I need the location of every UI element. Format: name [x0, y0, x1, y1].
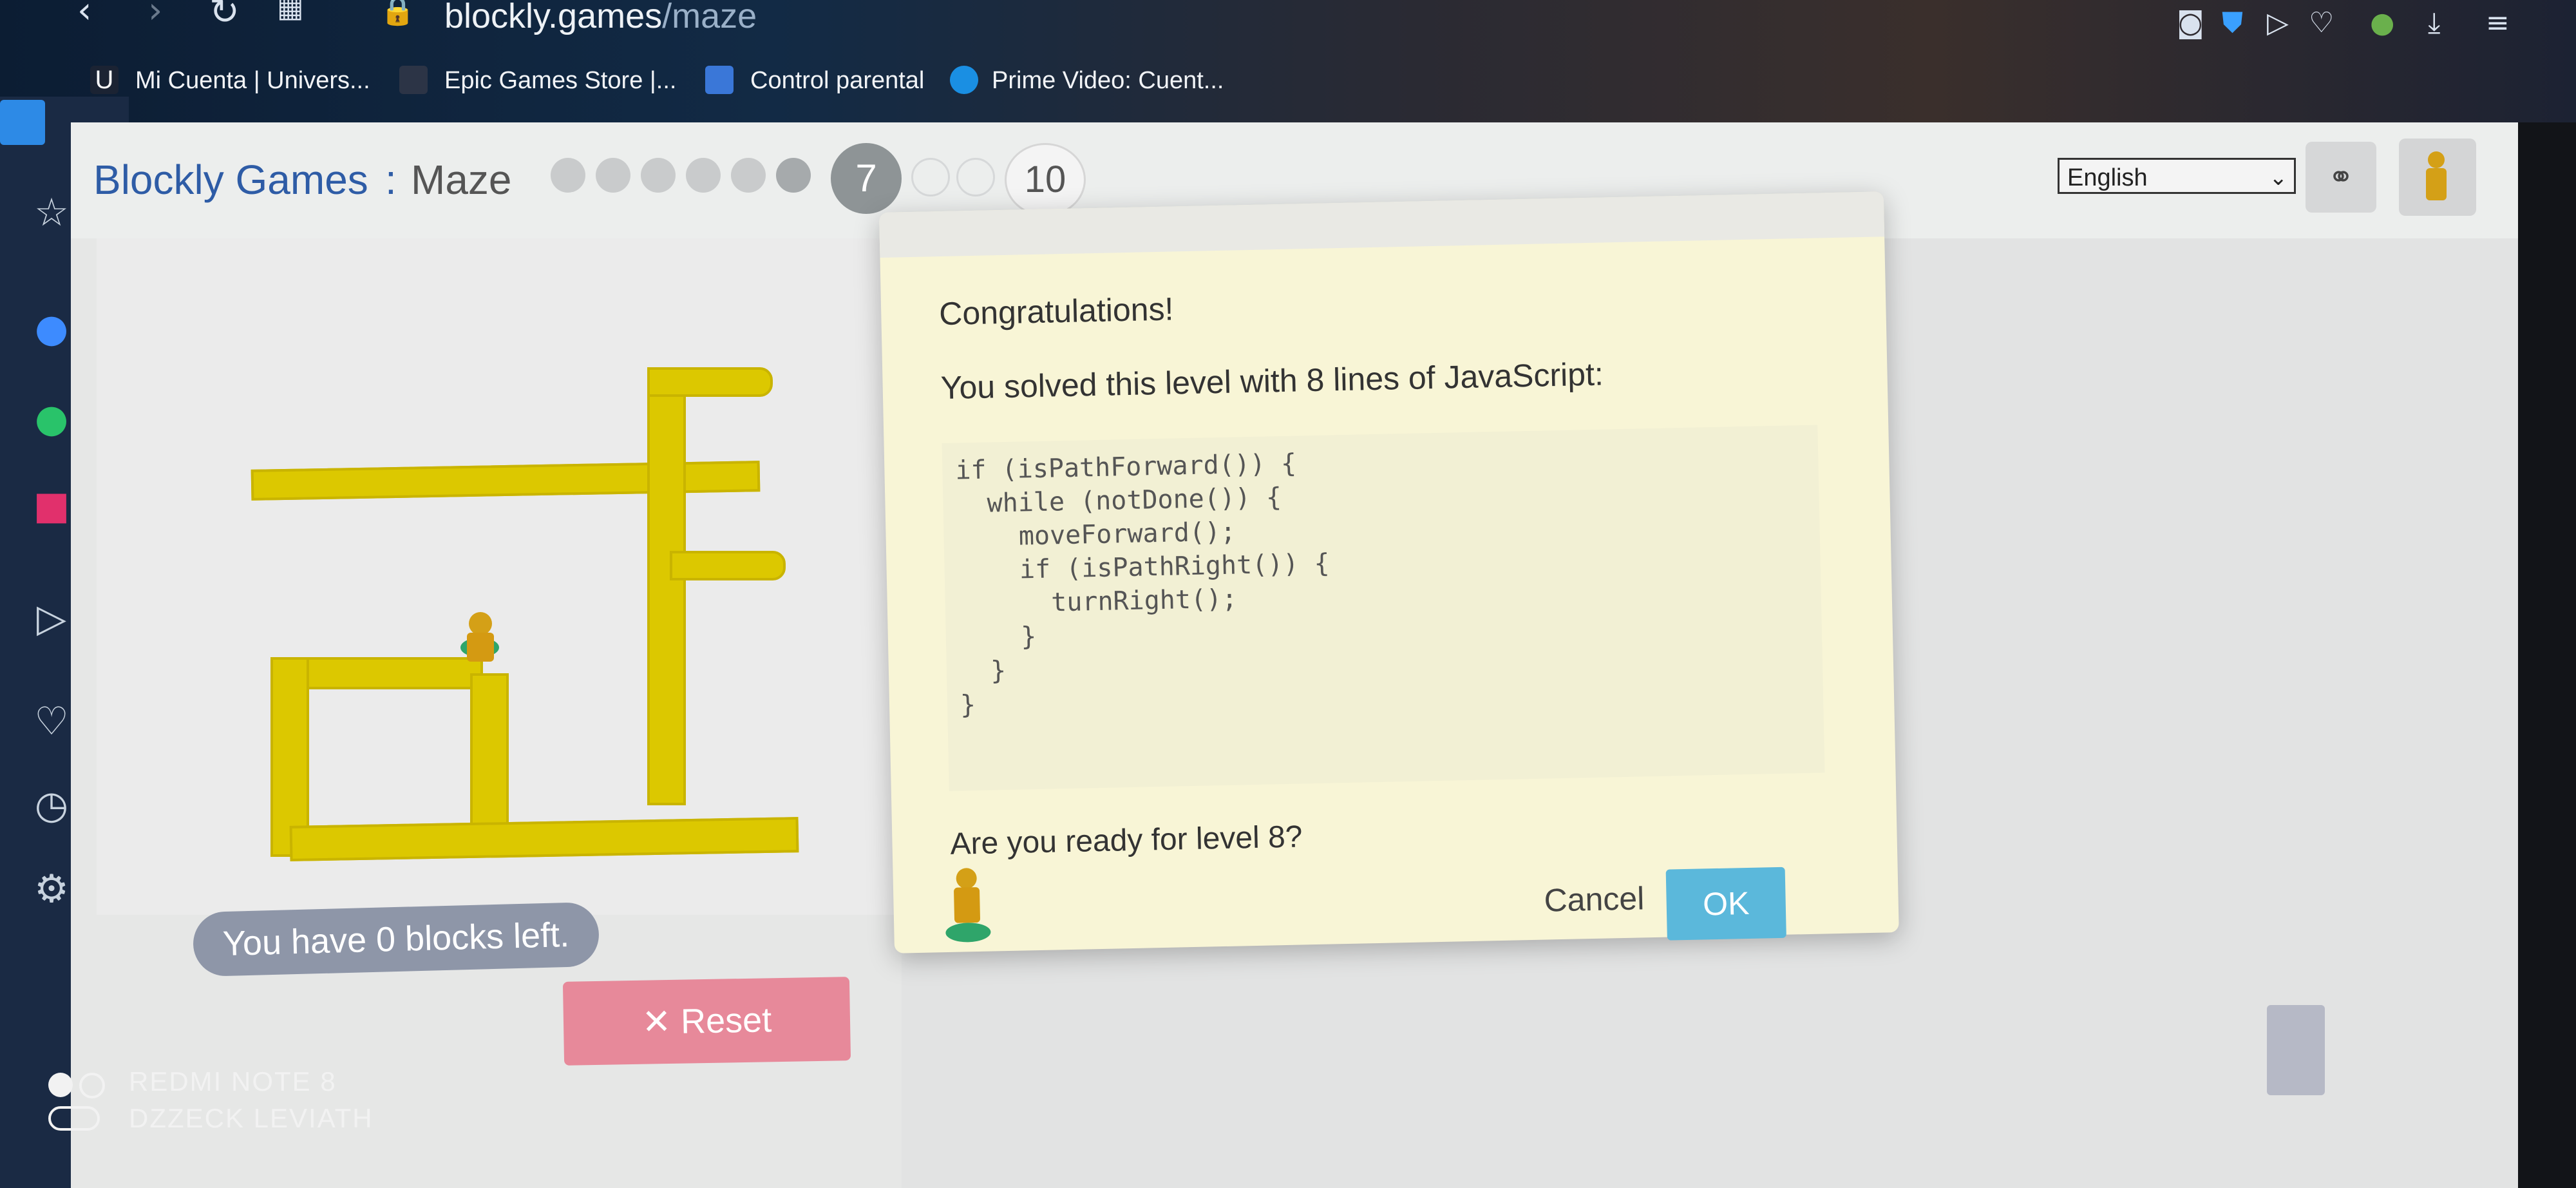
game-title: Maze — [411, 157, 512, 203]
maze-road — [470, 673, 509, 841]
level-dot-1[interactable] — [551, 158, 585, 193]
shield-icon[interactable]: ⛊ — [2222, 6, 2243, 39]
pegman-body — [953, 886, 981, 923]
bookmark-mi-cuenta[interactable]: Mi Cuenta | Univers... — [135, 67, 370, 95]
code-line: } — [958, 622, 1037, 653]
speed-dial-icon[interactable]: ☆ — [26, 187, 77, 238]
dialog-message: You solved this level with 8 lines of Ja… — [940, 356, 1604, 407]
watermark-author: DZZECK LEVIATH — [129, 1103, 374, 1133]
code-line: while (notDone()) { — [956, 483, 1282, 519]
level-dot-8[interactable] — [911, 158, 950, 196]
level-dot-4[interactable] — [686, 158, 721, 193]
pegman-body — [2426, 168, 2447, 200]
whatsapp-icon[interactable]: ● — [26, 393, 77, 445]
bookmark-control-parental[interactable]: Control parental — [750, 67, 924, 95]
url-path: /maze — [662, 0, 757, 35]
level-dot-2[interactable] — [596, 158, 630, 193]
menu-icon[interactable]: ≡ — [2486, 6, 2510, 39]
pinboard-icon[interactable]: ♡ — [26, 696, 77, 747]
lock-icon: 🔒 — [380, 0, 415, 27]
title-separator: : — [385, 157, 397, 203]
close-icon: ✕ — [641, 1002, 672, 1042]
pegman-icon — [938, 867, 998, 952]
level-dot-5[interactable] — [731, 158, 766, 193]
link-button[interactable]: ⚭ — [2306, 142, 2376, 213]
maze-road — [647, 367, 773, 397]
home-icon[interactable] — [0, 100, 45, 145]
brand-link[interactable]: Blockly Games — [93, 156, 368, 204]
camera-icon[interactable]: ◙ — [2177, 6, 2204, 39]
watermark-dot — [48, 1073, 73, 1097]
ok-button[interactable]: OK — [1665, 867, 1786, 941]
browser-toolbar: ‹ › ↻ ▦ 🔒 blockly.games/maze ◙ ⛊ ▷ ♡ ● ⤓… — [0, 0, 2576, 122]
level-dot-3[interactable] — [641, 158, 676, 193]
history-icon[interactable]: ◷ — [26, 780, 77, 831]
cancel-button[interactable]: Cancel — [1544, 879, 1645, 919]
code-line: } — [959, 656, 1007, 687]
bookmark-epic-games[interactable]: Epic Games Store |... — [444, 67, 676, 95]
next-level-question: Are you ready for level 8? — [950, 819, 1303, 861]
watermark-loop — [48, 1106, 100, 1131]
play-icon[interactable]: ▷ — [2267, 6, 2289, 39]
url-host: blockly.games — [444, 0, 663, 35]
pegman-character — [467, 633, 494, 662]
instagram-icon[interactable]: ■ — [26, 480, 77, 532]
current-level[interactable]: 7 — [831, 143, 902, 214]
forward-icon[interactable]: › — [148, 0, 162, 32]
language-select[interactable]: English ⌄ — [2058, 158, 2296, 194]
pegman-menu-button[interactable] — [2399, 139, 2476, 216]
code-listing: if (isPathForward()) { while (notDone())… — [942, 425, 1825, 791]
maze-board — [97, 238, 902, 915]
chevron-down-icon: ⌄ — [2269, 166, 2288, 190]
code-line: if (isPathRight()) { — [957, 548, 1331, 586]
language-value: English — [2067, 164, 2148, 191]
link-icon: ⚭ — [2327, 159, 2354, 195]
prime-video-icon — [950, 66, 978, 94]
maze-road — [289, 817, 799, 861]
tabs-grid-icon[interactable]: ▦ — [277, 0, 304, 24]
flow-icon[interactable]: ▷ — [26, 593, 77, 644]
watermark-device: REDMI NOTE 8 — [129, 1066, 337, 1097]
pegman-head — [469, 612, 492, 635]
pegman-head — [956, 868, 978, 889]
settings-icon[interactable]: ⚙ — [26, 863, 77, 915]
code-line: turnRight(); — [958, 584, 1238, 620]
bookmark-prime-video[interactable]: Prime Video: Cuent... — [992, 67, 1224, 95]
code-line: moveForward(); — [956, 517, 1236, 553]
reset-button[interactable]: ✕ Reset — [562, 977, 851, 1066]
last-level[interactable]: 10 — [1005, 143, 1086, 216]
messenger-icon[interactable]: ● — [26, 303, 77, 354]
code-line: } — [960, 690, 976, 720]
watermark-ring — [79, 1073, 105, 1098]
extension-icon[interactable]: ● — [2370, 6, 2394, 39]
congratulations-dialog: Congratulations! You solved this level w… — [879, 191, 1899, 953]
pegman-marker — [945, 922, 991, 943]
dialog-title: Congratulations! — [938, 291, 1174, 332]
trash-icon[interactable] — [2267, 1005, 2325, 1095]
download-icon[interactable]: ⤓ — [2428, 6, 2440, 39]
level-dot-6[interactable] — [776, 158, 811, 193]
maze-road — [647, 367, 686, 805]
parental-icon — [705, 66, 734, 94]
level-dot-9[interactable] — [956, 158, 995, 196]
address-bar[interactable]: blockly.games/maze — [444, 0, 757, 36]
epic-games-icon — [399, 66, 428, 94]
blocks-remaining-badge: You have 0 blocks left. — [192, 901, 600, 977]
u-logo-icon: U — [90, 66, 118, 94]
maze-road — [670, 551, 786, 580]
back-icon[interactable]: ‹ — [77, 0, 91, 32]
pegman-icon — [2428, 151, 2445, 168]
heart-icon[interactable]: ♡ — [2309, 6, 2334, 39]
reload-icon[interactable]: ↻ — [209, 0, 240, 33]
code-line: if (isPathForward()) { — [954, 448, 1297, 486]
reset-label: Reset — [680, 1001, 772, 1041]
